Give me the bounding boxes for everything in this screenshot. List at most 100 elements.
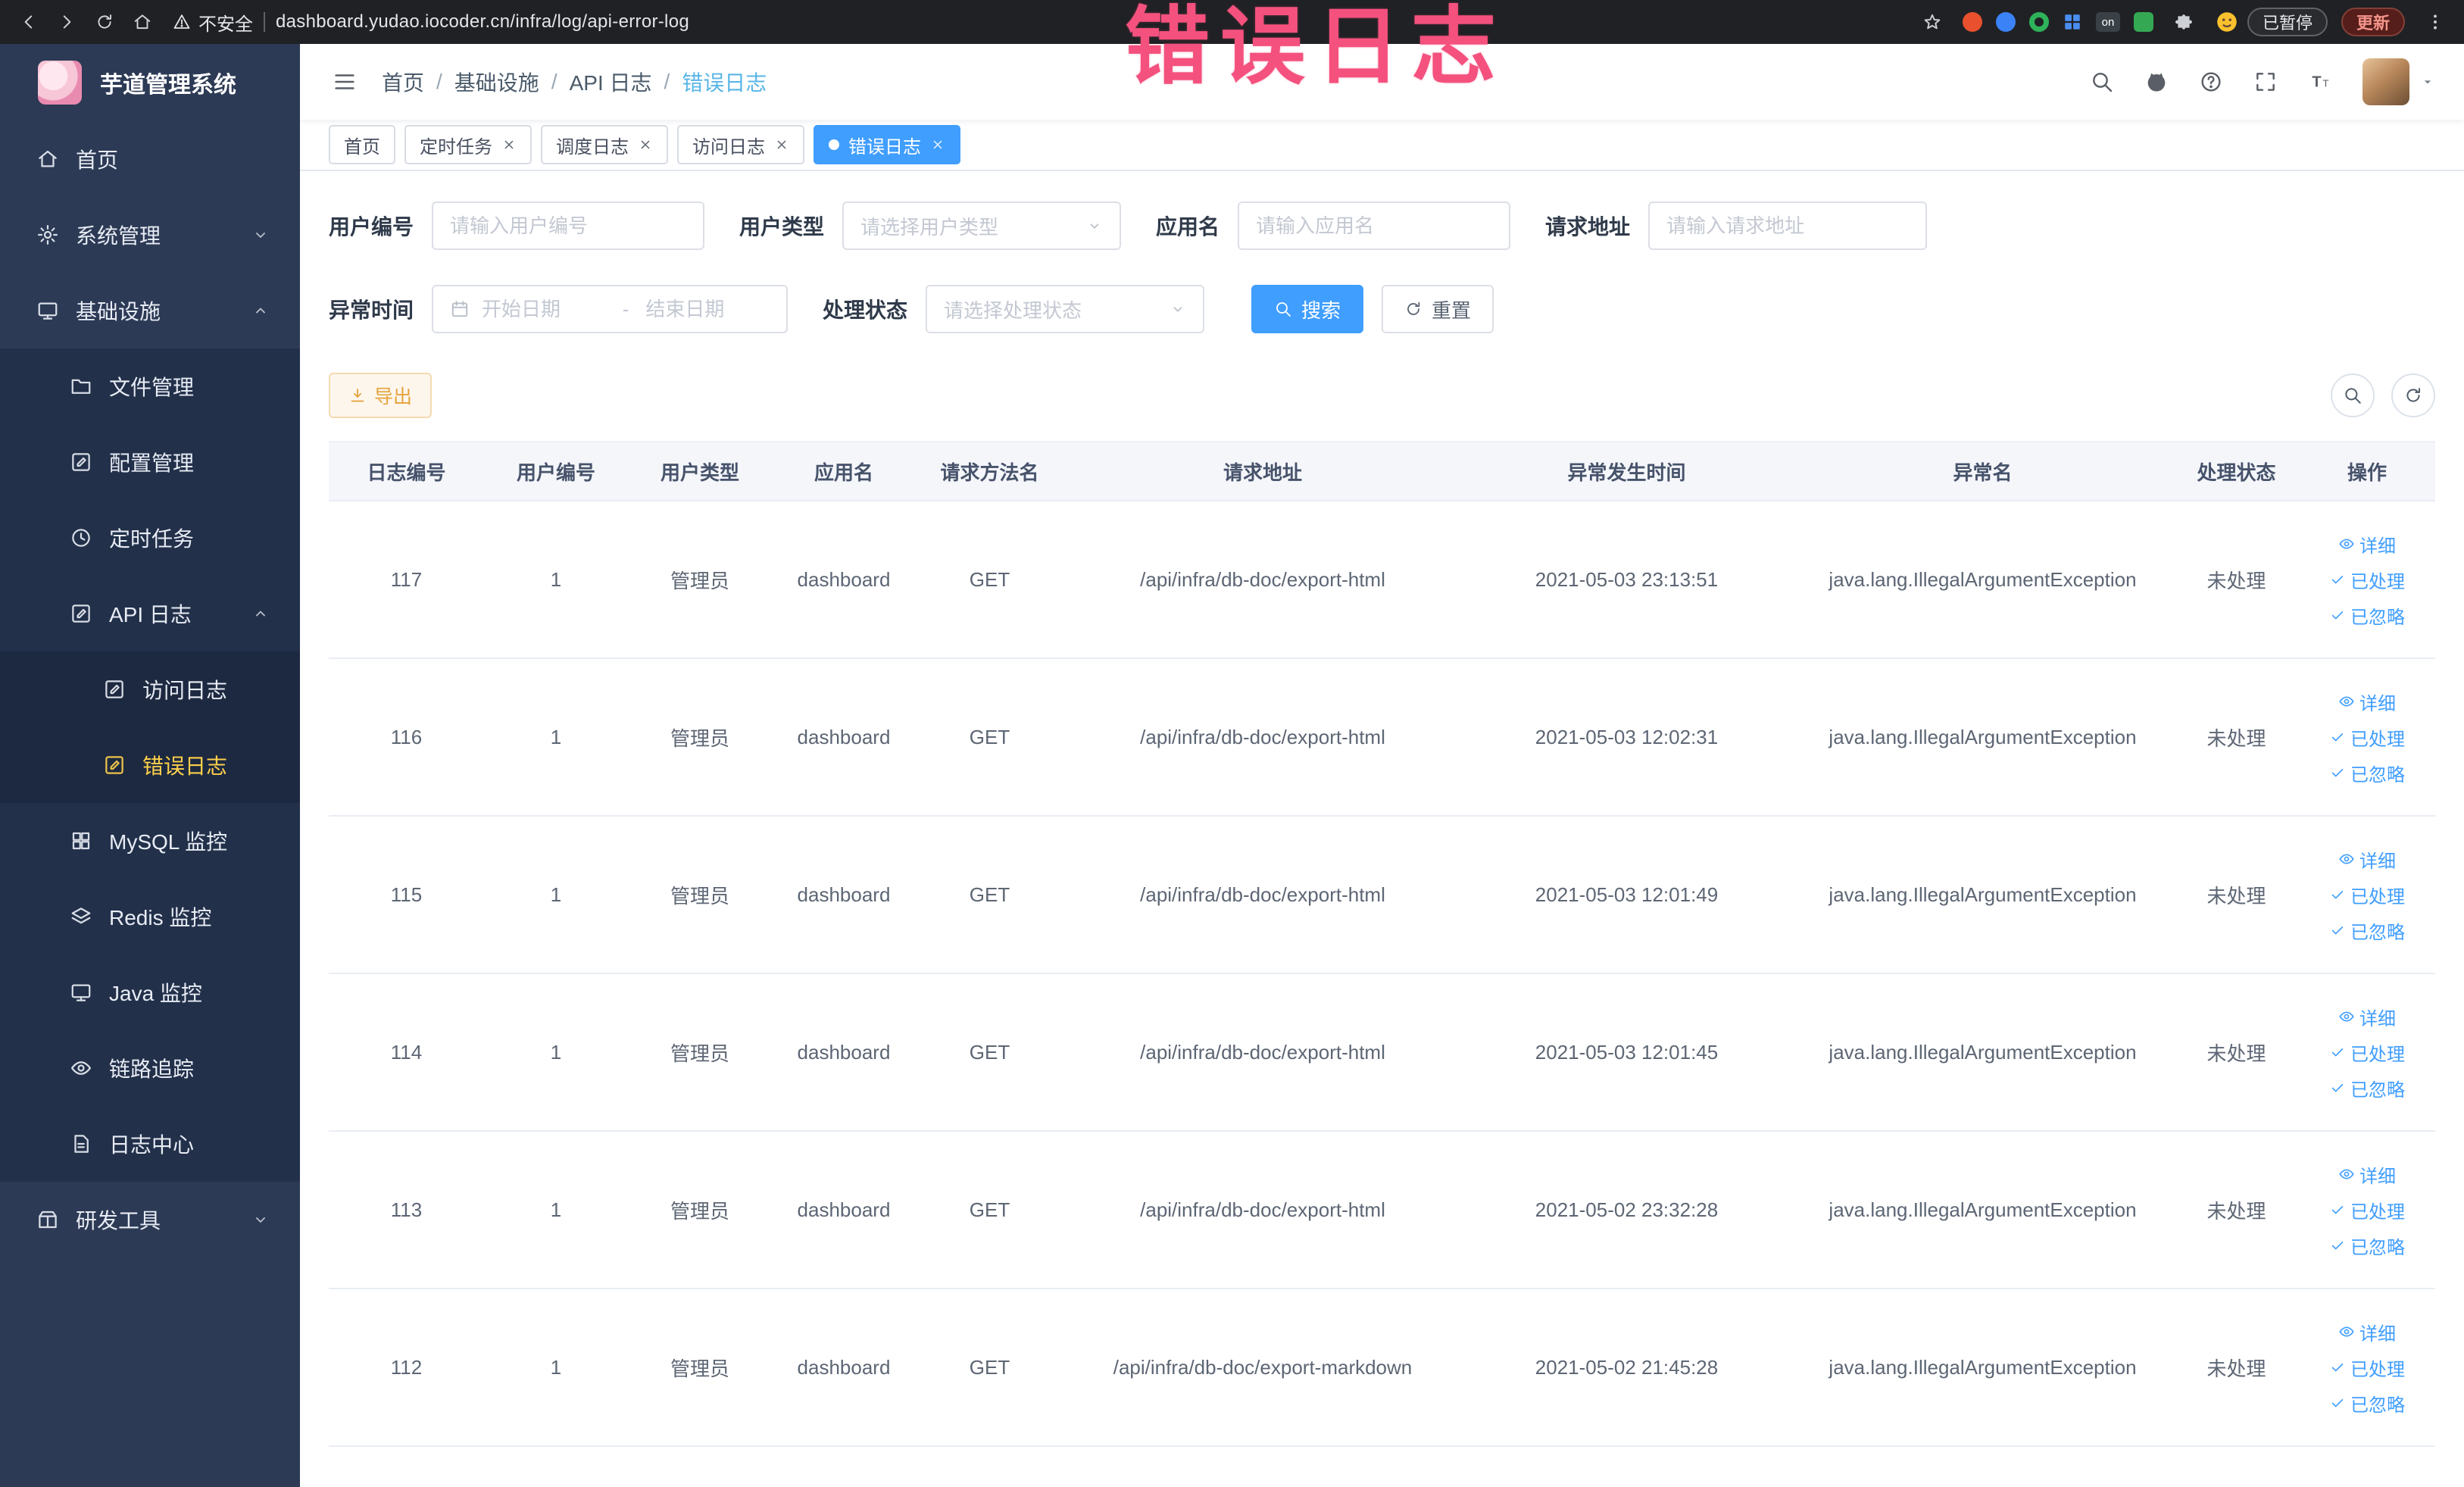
breadcrumb-home[interactable]: 首页 — [382, 67, 424, 97]
check-icon — [2329, 1359, 2346, 1376]
sidebar-item-redis[interactable]: Redis 监控 — [0, 879, 300, 954]
sidebar-item-label: 首页 — [76, 148, 119, 172]
sidebar-item-infra[interactable]: 基础设施 — [0, 273, 300, 348]
help-icon[interactable] — [2199, 70, 2223, 94]
tab-错误日志[interactable]: 错误日志 — [814, 125, 960, 164]
close-icon[interactable] — [501, 137, 517, 152]
processed-link[interactable]: 已处理 — [2329, 1197, 2405, 1223]
check-icon — [2329, 607, 2346, 623]
app-logo[interactable]: 芋道管理系统 — [0, 44, 300, 121]
action-label: 已忽略 — [2350, 922, 2405, 943]
refresh-table-button[interactable] — [2391, 373, 2435, 417]
detail-link[interactable]: 详细 — [2338, 531, 2396, 558]
sidebar-item-file[interactable]: 文件管理 — [0, 348, 300, 424]
sidebar-item-access-log[interactable]: 访问日志 — [0, 651, 300, 727]
home-button[interactable] — [126, 5, 159, 39]
close-icon[interactable] — [638, 137, 653, 152]
sidebar-item-home[interactable]: 首页 — [0, 121, 300, 197]
bookmark-star-button[interactable] — [1916, 5, 1949, 39]
detail-link[interactable]: 详细 — [2338, 1161, 2396, 1188]
sidebar-item-trace[interactable]: 链路追踪 — [0, 1030, 300, 1106]
processed-link[interactable]: 已处理 — [2329, 1039, 2405, 1066]
sidebar-item-mysql[interactable]: MySQL 监控 — [0, 803, 300, 879]
end-date-input[interactable] — [645, 297, 770, 321]
check-icon — [2329, 1044, 2346, 1061]
detail-link[interactable]: 详细 — [2338, 846, 2396, 873]
sidebar-item-log-center[interactable]: 日志中心 — [0, 1106, 300, 1182]
close-icon[interactable] — [930, 137, 945, 152]
processed-link[interactable]: 已处理 — [2329, 567, 2405, 593]
extension-icon-grid[interactable] — [2063, 12, 2082, 32]
address-bar[interactable]: 不安全 dashboard.yudao.iocoder.cn/infra/log… — [173, 9, 689, 36]
table-cell: 2021-05-02 23:32:28 — [1535, 1198, 1719, 1221]
github-icon[interactable] — [2144, 70, 2169, 94]
tab-定时任务[interactable]: 定时任务 — [404, 125, 532, 164]
tab-label: 定时任务 — [420, 136, 492, 158]
start-date-input[interactable] — [482, 297, 606, 321]
sidebar-item-system[interactable]: 系统管理 — [0, 197, 300, 273]
sidebar-item-config[interactable]: 配置管理 — [0, 424, 300, 500]
column-header: 请求地址 — [1223, 461, 1302, 484]
reload-button[interactable] — [88, 5, 121, 39]
font-size-icon[interactable] — [2308, 70, 2332, 94]
tab-首页[interactable]: 首页 — [329, 125, 395, 164]
date-range-picker[interactable]: - — [432, 285, 789, 333]
back-button[interactable] — [12, 5, 45, 39]
breadcrumb-infra[interactable]: 基础设施 — [454, 67, 539, 97]
sidebar-item-dev-tools[interactable]: 研发工具 — [0, 1182, 300, 1257]
sidebar-item-job[interactable]: 定时任务 — [0, 500, 300, 576]
ignored-link[interactable]: 已忽略 — [2329, 917, 2405, 944]
extension-icon-green-ring[interactable] — [2028, 12, 2049, 32]
reset-button[interactable]: 重置 — [1382, 285, 1494, 333]
detail-link[interactable]: 详细 — [2338, 689, 2396, 715]
tab-调度日志[interactable]: 调度日志 — [541, 125, 668, 164]
forward-button[interactable] — [50, 5, 83, 39]
gear-icon — [36, 223, 59, 246]
ignored-link[interactable]: 已忽略 — [2329, 1390, 2405, 1417]
sync-paused-badge[interactable]: 已暂停 — [2247, 8, 2328, 36]
processed-link[interactable]: 已处理 — [2329, 724, 2405, 751]
detail-link[interactable]: 详细 — [2338, 1319, 2396, 1345]
chrome-update-button[interactable]: 更新 — [2341, 8, 2405, 36]
sidebar-item-java[interactable]: Java 监控 — [0, 954, 300, 1030]
refresh-icon — [1404, 300, 1422, 318]
breadcrumb-current: 错误日志 — [682, 71, 767, 95]
ignored-link[interactable]: 已忽略 — [2329, 760, 2405, 786]
extension-icon-red[interactable] — [1962, 12, 1982, 32]
ignored-link[interactable]: 已忽略 — [2329, 1232, 2405, 1259]
fullscreen-icon[interactable] — [2253, 70, 2278, 94]
extension-icon-blue[interactable] — [1995, 12, 2016, 32]
extension-icon-green[interactable] — [2133, 12, 2153, 32]
profile-smiley-icon[interactable] — [2214, 9, 2240, 35]
user-id-input[interactable] — [450, 214, 687, 238]
browser-menu-button[interactable] — [2419, 5, 2452, 39]
sidebar-item-error-log[interactable]: 错误日志 — [0, 727, 300, 803]
process-status-select[interactable]: 请选择处理状态 — [926, 285, 1205, 333]
breadcrumb-api-log[interactable]: API 日志 — [570, 67, 652, 97]
extension-icon-on-badge[interactable]: on — [2095, 12, 2120, 32]
processed-link[interactable]: 已处理 — [2329, 882, 2405, 908]
column-header: 处理状态 — [2197, 461, 2276, 484]
puzzle-icon — [2174, 12, 2194, 32]
address-url[interactable]: dashboard.yudao.iocoder.cn/infra/log/api… — [276, 11, 689, 33]
ignored-link[interactable]: 已忽略 — [2329, 1075, 2405, 1101]
site-security-chip[interactable]: 不安全 — [173, 9, 253, 36]
sidebar-item-api-log[interactable]: API 日志 — [0, 576, 300, 651]
table-cell: dashboard — [797, 1198, 891, 1221]
table-cell: GET — [969, 1355, 1010, 1379]
search-icon[interactable] — [2090, 70, 2114, 94]
request-url-input[interactable] — [1666, 214, 1910, 238]
app-name-input[interactable] — [1256, 214, 1493, 238]
export-button[interactable]: 导出 — [329, 373, 433, 418]
detail-link[interactable]: 详细 — [2338, 1004, 2396, 1030]
toggle-search-button[interactable] — [2331, 373, 2375, 417]
search-button[interactable]: 搜索 — [1251, 285, 1364, 333]
sidebar-collapse-button[interactable] — [329, 66, 361, 98]
user-type-select[interactable]: 请选择用户类型 — [842, 201, 1122, 250]
extensions-puzzle-button[interactable] — [2167, 5, 2200, 39]
ignored-link[interactable]: 已忽略 — [2329, 602, 2405, 629]
processed-link[interactable]: 已处理 — [2329, 1354, 2405, 1381]
tab-访问日志[interactable]: 访问日志 — [677, 125, 804, 164]
close-icon[interactable] — [774, 137, 789, 152]
user-menu[interactable] — [2363, 58, 2435, 105]
